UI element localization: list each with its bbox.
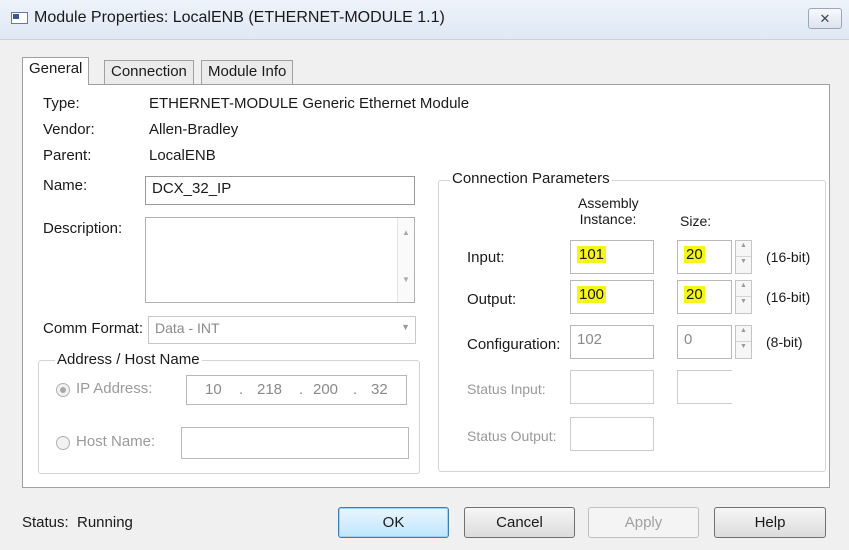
input-instance-value: 101: [577, 246, 607, 263]
input-size-value: 20: [684, 246, 705, 263]
name-label: Name:: [43, 177, 88, 194]
spin-down-icon: ▼: [740, 258, 747, 265]
output-instance-value: 100: [577, 286, 607, 303]
ip-octet-2: 218: [257, 381, 283, 398]
name-input[interactable]: DCX_32_IP: [145, 176, 415, 205]
ok-button[interactable]: OK: [338, 507, 449, 538]
output-size-spinner[interactable]: ▲ ▼: [735, 280, 752, 314]
spin-up-icon: ▲: [736, 281, 751, 297]
tab-connection[interactable]: Connection: [104, 60, 194, 84]
configuration-instance-field[interactable]: 102: [570, 325, 654, 359]
window-title: Module Properties: LocalENB (ETHERNET-MO…: [34, 9, 445, 26]
spin-up-icon: ▲: [736, 241, 751, 257]
ip-octet-3: 200: [313, 381, 339, 398]
ip-octet-4: 32: [371, 381, 388, 398]
cancel-button[interactable]: Cancel: [464, 507, 575, 538]
apply-button[interactable]: Apply: [588, 507, 699, 538]
input-label: Input:: [467, 249, 505, 266]
close-button[interactable]: ✕: [808, 8, 842, 29]
ip-separator: .: [239, 381, 244, 398]
ip-address-radio[interactable]: [56, 383, 70, 397]
scroll-up-icon[interactable]: ▲: [398, 228, 414, 237]
configuration-size-field[interactable]: 0: [677, 325, 732, 359]
tab-module-info[interactable]: Module Info: [201, 60, 294, 84]
description-label: Description:: [43, 220, 123, 237]
chevron-down-icon[interactable]: ▼: [401, 322, 410, 332]
ip-separator: .: [353, 381, 358, 398]
help-button[interactable]: Help: [714, 507, 826, 538]
spin-down-icon: ▼: [740, 343, 747, 350]
host-name-input[interactable]: [181, 427, 409, 459]
output-size-value: 20: [684, 286, 705, 303]
description-scrollbar[interactable]: ▲ ▼: [397, 218, 414, 302]
window-icon: [11, 12, 28, 24]
size-header: Size:: [680, 213, 712, 229]
comm-format-value: Data - INT: [155, 320, 220, 336]
status-label: Status:: [22, 514, 69, 531]
host-name-radio[interactable]: [56, 436, 70, 450]
type-value: ETHERNET-MODULE Generic Ethernet Module: [149, 95, 470, 112]
title-bar: Module Properties: LocalENB (ETHERNET-MO…: [0, 0, 849, 40]
scroll-down-icon[interactable]: ▼: [398, 275, 414, 284]
output-size-field[interactable]: 20: [677, 280, 732, 314]
configuration-unit-label: (8-bit): [766, 334, 803, 350]
close-icon: ✕: [819, 11, 831, 26]
ip-octet-1: 10: [205, 381, 222, 398]
parent-label: Parent:: [43, 147, 92, 164]
configuration-size-spinner[interactable]: ▲ ▼: [735, 325, 752, 359]
input-size-spinner[interactable]: ▲ ▼: [735, 240, 752, 274]
assembly-instance-header: Assembly Instance:: [578, 195, 639, 227]
ip-separator: .: [299, 381, 304, 398]
status-output-instance-field[interactable]: [570, 417, 654, 451]
description-textarea[interactable]: [145, 217, 415, 303]
address-group-title: Address / Host Name: [55, 351, 202, 368]
output-unit-label: (16-bit): [766, 289, 811, 305]
tab-general[interactable]: General: [22, 57, 90, 85]
output-instance-field[interactable]: 100: [570, 280, 654, 314]
connection-parameters-title: Connection Parameters: [450, 170, 612, 187]
configuration-label: Configuration:: [467, 336, 561, 353]
ip-address-field[interactable]: 10 . 218 . 200 . 32: [186, 375, 407, 405]
input-unit-label: (16-bit): [766, 249, 811, 265]
vendor-label: Vendor:: [43, 121, 95, 138]
status-input-instance-field[interactable]: [570, 370, 654, 404]
parent-value: LocalENB: [149, 147, 216, 164]
host-name-label: Host Name:: [76, 433, 156, 450]
spin-up-icon: ▲: [736, 326, 751, 342]
comm-format-label: Comm Format:: [43, 320, 144, 337]
spin-down-icon: ▼: [740, 298, 747, 305]
vendor-value: Allen-Bradley: [149, 121, 239, 138]
status-input-label: Status Input:: [467, 381, 546, 397]
input-size-field[interactable]: 20: [677, 240, 732, 274]
comm-format-select[interactable]: Data - INT ▼: [148, 316, 416, 344]
type-label: Type:: [43, 95, 80, 112]
status-value: Running: [77, 514, 133, 531]
output-label: Output:: [467, 291, 517, 308]
status-input-size-field[interactable]: [677, 370, 732, 404]
status-output-label: Status Output:: [467, 428, 557, 444]
input-instance-field[interactable]: 101: [570, 240, 654, 274]
ip-address-label: IP Address:: [76, 380, 153, 397]
